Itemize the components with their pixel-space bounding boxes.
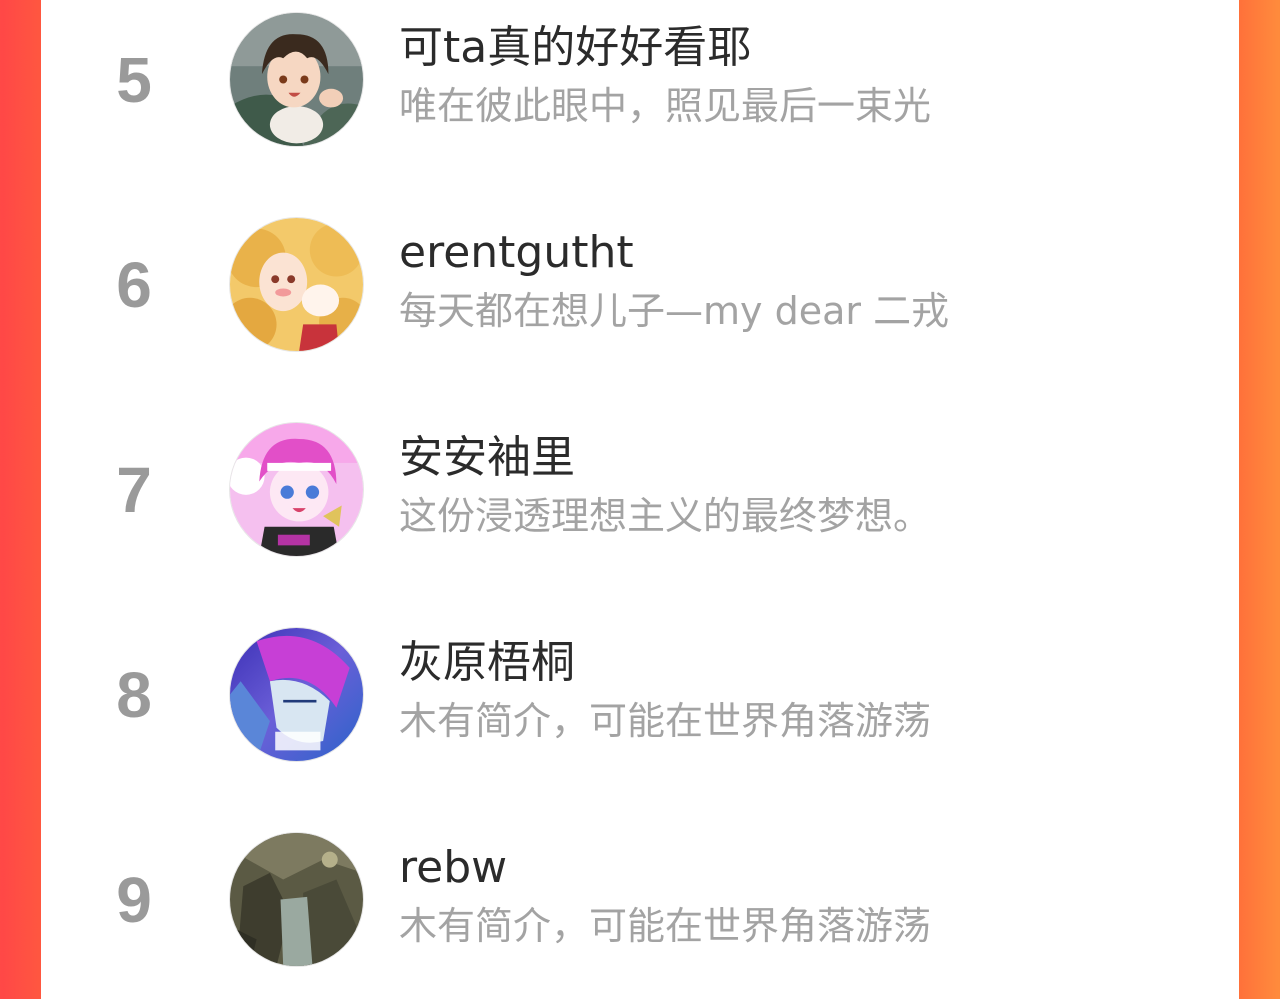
user-name[interactable]: 可ta真的好好看耶: [399, 18, 751, 78]
user-name[interactable]: rebw: [399, 838, 507, 898]
user-name[interactable]: 安安袖里: [399, 428, 575, 488]
user-bio: 木有简介，可能在世界角落游荡: [399, 904, 932, 948]
anime-boy-avatar-icon[interactable]: [230, 13, 363, 146]
golden-hair-couple-avatar-icon[interactable]: [230, 218, 363, 351]
dark-landscape-avatar-icon[interactable]: [230, 833, 363, 966]
rank-number: 7: [116, 454, 152, 526]
user-name[interactable]: erentgutht: [399, 223, 634, 283]
rank-number: 6: [116, 249, 152, 321]
rank-number: 9: [116, 864, 152, 936]
ranking-row[interactable]: 5 可ta真的好好看耶 唯在彼此眼中，照见最后一束光: [41, 0, 1239, 205]
ranking-row[interactable]: 8 灰原梧桐 木有简介，可能在世界角落游荡: [41, 615, 1239, 820]
ranking-row[interactable]: 7 安安袖里 这份浸透理想主义的最终梦想。: [41, 410, 1239, 615]
user-bio: 这份浸透理想主义的最终梦想。: [399, 494, 932, 538]
rank-number: 5: [116, 44, 152, 116]
ranking-row[interactable]: 6 erentgutht 每天都在想儿子—my dear 二戎: [41, 205, 1239, 410]
ranking-list: 5 可ta真的好好看耶 唯在彼此眼中，照见最后一束光 6 erentgutht …: [41, 0, 1239, 999]
ranking-row[interactable]: 9 rebw 木有简介，可能在世界角落游荡: [41, 820, 1239, 999]
ranking-panel: 5 可ta真的好好看耶 唯在彼此眼中，照见最后一束光 6 erentgutht …: [41, 0, 1239, 999]
user-bio: 唯在彼此眼中，照见最后一束光: [399, 84, 932, 128]
user-bio: 每天都在想儿子—my dear 二戎: [399, 289, 950, 333]
rank-number: 8: [116, 659, 152, 731]
user-name[interactable]: 灰原梧桐: [399, 633, 575, 693]
user-bio: 木有简介，可能在世界角落游荡: [399, 699, 932, 743]
pink-hair-girl-avatar-icon[interactable]: [230, 423, 363, 556]
purple-hair-manga-avatar-icon[interactable]: [230, 628, 363, 761]
